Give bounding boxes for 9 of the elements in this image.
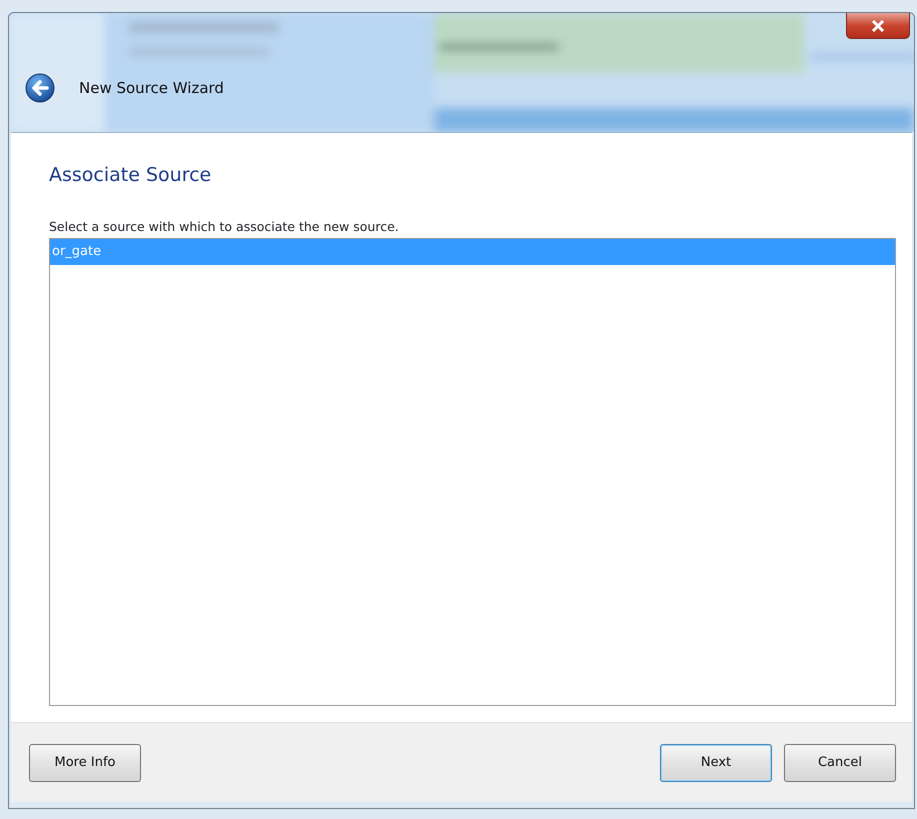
dialog-button[interactable]: Cancel	[784, 744, 896, 782]
instruction-text: Select a source with which to associate the new source.	[49, 218, 400, 236]
window-title: New Source Wizard	[79, 78, 224, 99]
dialog-button[interactable]: Next	[660, 744, 772, 782]
close-button[interactable]	[846, 13, 910, 39]
dialog-button[interactable]: More Info	[29, 744, 141, 782]
back-icon[interactable]	[25, 73, 55, 103]
page-heading: Associate Source	[49, 163, 212, 188]
close-icon	[871, 20, 885, 32]
